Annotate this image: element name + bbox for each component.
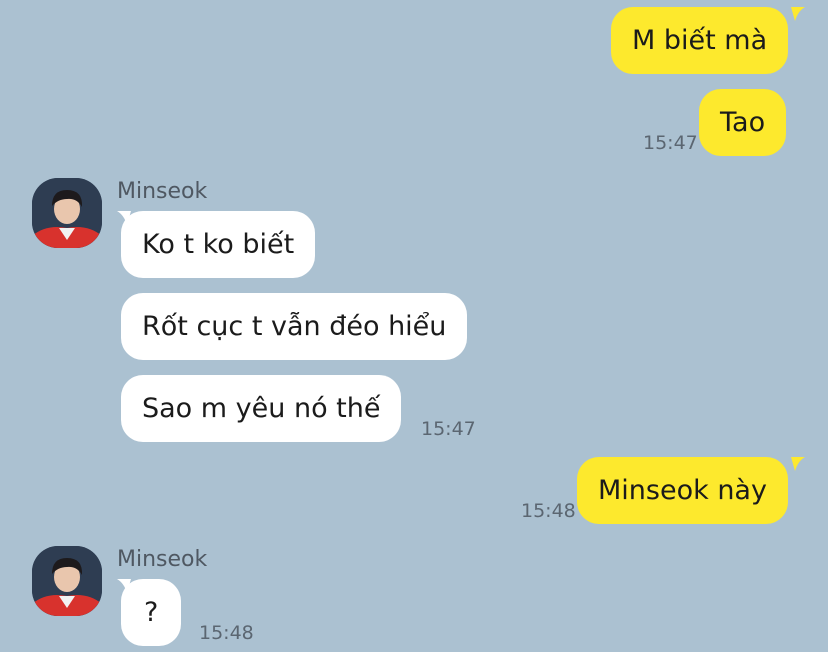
message-timestamp: 15:48 bbox=[521, 500, 576, 522]
sender-avatar[interactable] bbox=[32, 546, 102, 616]
sent-message-bubble[interactable]: M biết mà bbox=[611, 7, 789, 74]
sent-message-bubble[interactable]: Tao bbox=[699, 89, 787, 156]
received-message-bubble[interactable]: Rốt cục t vẫn đéo hiểu bbox=[121, 293, 468, 360]
sent-bubble-tail bbox=[791, 457, 805, 471]
message-timestamp: 15:48 bbox=[199, 622, 254, 644]
profile-photo-icon bbox=[32, 178, 102, 248]
received-message-bubble[interactable]: Sao m yêu nó thế bbox=[121, 375, 402, 442]
sender-name: Minseok bbox=[117, 179, 208, 204]
message-timestamp: 15:47 bbox=[643, 132, 698, 154]
sender-name: Minseok bbox=[117, 547, 208, 572]
profile-photo-icon bbox=[32, 546, 102, 616]
chat-room[interactable]: M biết mà Tao 15:47 Minseok Ko t ko biết… bbox=[0, 0, 828, 652]
sent-bubble-tail bbox=[791, 7, 805, 21]
received-message-bubble[interactable]: Ko t ko biết bbox=[121, 211, 316, 278]
sent-message-bubble[interactable]: Minseok này bbox=[577, 457, 788, 524]
message-timestamp: 15:47 bbox=[421, 418, 476, 440]
sender-avatar[interactable] bbox=[32, 178, 102, 248]
received-message-bubble[interactable]: ? bbox=[121, 579, 182, 646]
